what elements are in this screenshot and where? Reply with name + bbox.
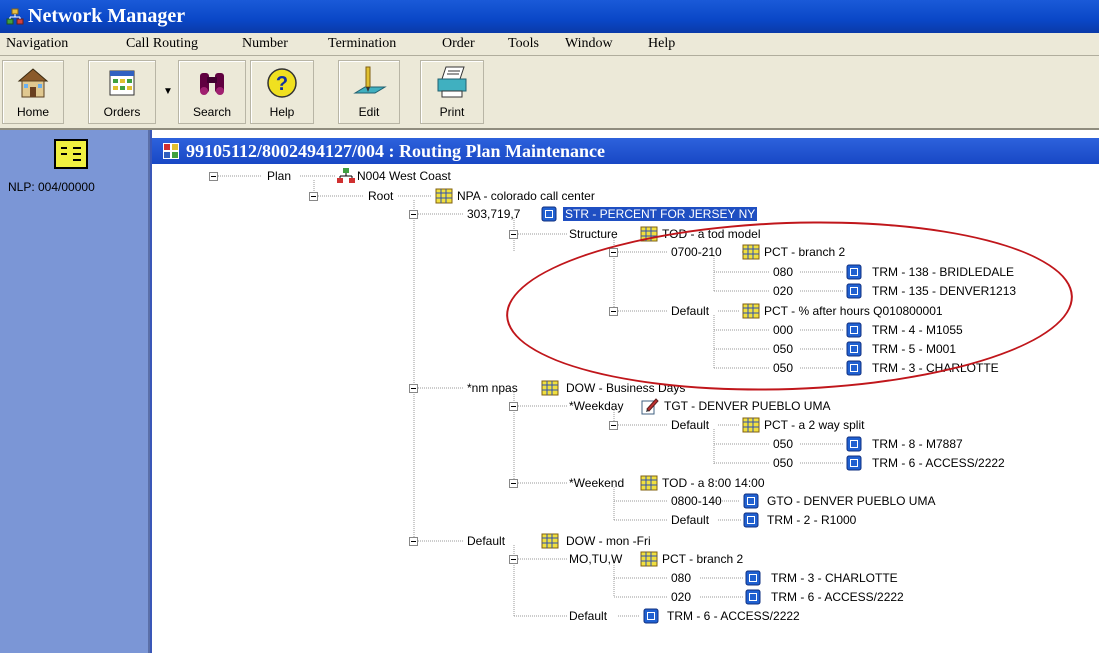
- tree-node[interactable]: PCT - branch 2: [662, 552, 743, 566]
- dropdown-arrow-icon[interactable]: ▼: [163, 86, 173, 97]
- collapse-toggle[interactable]: [409, 210, 418, 219]
- tree-label: Plan: [267, 169, 292, 183]
- menu-bar: Navigation Call Routing Number Terminati…: [0, 33, 1099, 56]
- tree-node[interactable]: GTO - DENVER PUEBLO UMA: [767, 494, 935, 508]
- tree-node[interactable]: TGT - DENVER PUEBLO UMA: [664, 399, 830, 413]
- terminal-icon: [745, 589, 761, 605]
- terminal-icon: [743, 493, 759, 509]
- child-title-bar: 99105112/8002494127/004 : Routing Plan M…: [152, 138, 1099, 164]
- tree-label: 080: [671, 571, 692, 585]
- child-window-title: 99105112/8002494127/004 : Routing Plan M…: [186, 141, 606, 161]
- collapse-toggle[interactable]: [509, 555, 518, 564]
- orders-icon: [109, 70, 135, 96]
- terminal-icon: [846, 455, 862, 471]
- print-button[interactable]: Print: [420, 60, 484, 124]
- tree-label: 020: [671, 590, 692, 604]
- home-button[interactable]: Home: [2, 60, 64, 124]
- tree-label: *Weekday: [569, 399, 624, 413]
- help-icon: ?: [267, 68, 297, 98]
- nlp-label: NLP: 004/00000: [8, 180, 95, 194]
- tree-label: Default: [671, 513, 710, 527]
- table-icon: [435, 188, 453, 204]
- table-icon: [742, 417, 760, 433]
- collapse-toggle[interactable]: [409, 384, 418, 393]
- collapse-toggle[interactable]: [509, 230, 518, 239]
- tree-node[interactable]: TRM - 6 - ACCESS/2222: [872, 456, 1005, 470]
- menu-navigation[interactable]: Navigation: [6, 36, 68, 52]
- tree-node[interactable]: NPA - colorado call center: [457, 189, 595, 203]
- menu-tools[interactable]: Tools: [508, 36, 539, 52]
- pencil-edit-icon: [641, 398, 659, 415]
- table-icon: [541, 380, 559, 396]
- tree-label: 050: [773, 456, 794, 470]
- table-icon: [640, 475, 658, 491]
- edit-button[interactable]: Edit: [338, 60, 400, 124]
- help-button[interactable]: ? Help: [250, 60, 314, 124]
- routing-plan-icon: [163, 143, 179, 159]
- home-icon: [17, 68, 49, 98]
- tree-node[interactable]: TRM - 8 - M7887: [872, 437, 963, 451]
- tree-label: 050: [773, 437, 794, 451]
- terminal-icon: [541, 206, 557, 222]
- binoculars-icon: [200, 73, 224, 95]
- sidebar: NLP: 004/00000: [0, 130, 150, 653]
- menu-order[interactable]: Order: [442, 36, 475, 52]
- tree-node[interactable]: TRM - 6 - ACCESS/2222: [771, 590, 904, 604]
- tree-node[interactable]: TRM - 2 - R1000: [767, 513, 856, 527]
- tree-label: *Weekend: [569, 476, 625, 490]
- table-icon: [541, 533, 559, 549]
- tree-node[interactable]: N004 West Coast: [357, 169, 451, 183]
- title-bar: Network Manager: [0, 0, 1099, 33]
- terminal-icon: [743, 512, 759, 528]
- tree-node[interactable]: TRM - 6 - ACCESS/2222: [667, 609, 800, 623]
- tree-label: 303,719,7: [467, 207, 521, 221]
- plan-icon: [337, 168, 355, 183]
- tree-node[interactable]: DOW - mon -Fri: [566, 534, 651, 548]
- tree-node[interactable]: TRM - 3 - CHARLOTTE: [771, 571, 898, 585]
- svg-text:?: ?: [276, 73, 288, 95]
- terminal-icon: [643, 608, 659, 624]
- orders-button[interactable]: Orders: [88, 60, 156, 124]
- collapse-toggle[interactable]: [509, 402, 518, 411]
- tree-label: Structure: [569, 227, 618, 241]
- tree-label: Root: [368, 189, 394, 203]
- menu-termination[interactable]: Termination: [328, 36, 396, 52]
- collapse-toggle[interactable]: [609, 421, 618, 430]
- tree-node-selected[interactable]: STR - PERCENT FOR JERSEY NY: [563, 207, 758, 221]
- table-icon: [640, 551, 658, 567]
- collapse-toggle[interactable]: [309, 192, 318, 201]
- edit-icon: [353, 66, 387, 94]
- collapse-toggle[interactable]: [409, 537, 418, 546]
- tree-node[interactable]: TOD - a 8:00 14:00: [662, 476, 765, 490]
- tree-node[interactable]: PCT - a 2 way split: [764, 418, 864, 432]
- menu-window[interactable]: Window: [565, 36, 613, 52]
- tree-label: Default: [671, 418, 710, 432]
- menu-call-routing[interactable]: Call Routing: [126, 36, 198, 52]
- tree-label: Default: [467, 534, 506, 548]
- collapse-toggle[interactable]: [209, 172, 218, 181]
- menu-help[interactable]: Help: [648, 36, 675, 52]
- menu-number[interactable]: Number: [242, 36, 288, 52]
- tree-label: 0800-140: [671, 494, 722, 508]
- terminal-icon: [846, 436, 862, 452]
- terminal-icon: [745, 570, 761, 586]
- collapse-toggle[interactable]: [509, 479, 518, 488]
- network-icon: [6, 8, 24, 25]
- search-button[interactable]: Search: [178, 60, 246, 124]
- printer-icon: [437, 66, 467, 98]
- tree-label: Default: [569, 609, 608, 623]
- toolbar: Home Orders ▼ Search ? Help Edit Print: [0, 56, 1099, 130]
- tree-label: MO,TU,W: [569, 552, 623, 566]
- window-title: Network Manager: [28, 5, 186, 27]
- tree-label: *nm npas: [467, 381, 518, 395]
- nlp-plan-icon[interactable]: [53, 138, 89, 170]
